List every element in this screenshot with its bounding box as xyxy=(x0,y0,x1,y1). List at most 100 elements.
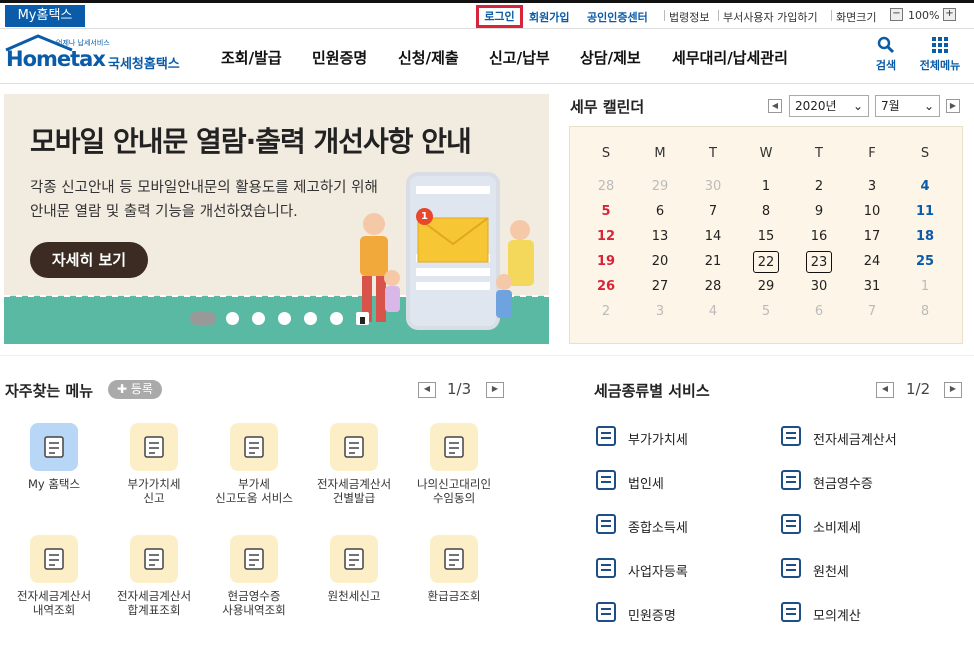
join-link[interactable]: 회원가입 xyxy=(529,9,569,25)
calendar-day[interactable]: 4 xyxy=(912,176,938,198)
calendar-day[interactable]: 5 xyxy=(593,201,619,223)
calendar-month-select[interactable]: 7월 ⌄ xyxy=(875,95,940,117)
nav-inquiry[interactable]: 조회/발급 xyxy=(221,47,282,68)
favorite-menu-item[interactable]: 전자세금계산서 내역조회 xyxy=(4,535,104,617)
weekday-header: T xyxy=(709,146,717,161)
tax-service-item[interactable]: 모의계산 xyxy=(779,600,861,628)
calendar-day[interactable]: 9 xyxy=(806,201,832,223)
calendar-day[interactable]: 10 xyxy=(859,201,885,223)
calendar-day[interactable]: 23 xyxy=(806,251,832,273)
favorite-menu-item[interactable]: 현금영수증 사용내역조회 xyxy=(204,535,304,617)
calendar-prev-button[interactable]: ◀ xyxy=(768,99,782,113)
nav-application[interactable]: 신청/제출 xyxy=(398,47,459,68)
tax-service-item[interactable]: 전자세금계산서 xyxy=(779,424,897,452)
calendar-day[interactable]: 12 xyxy=(593,226,619,248)
favorite-menu-item[interactable]: 전자세금계산서 합계표조회 xyxy=(104,535,204,617)
calendar-day[interactable]: 4 xyxy=(700,301,726,323)
services-next-button[interactable]: ▶ xyxy=(944,382,962,398)
calendar-day[interactable]: 29 xyxy=(753,276,779,298)
slide-indicator[interactable] xyxy=(304,312,317,325)
calendar-day[interactable]: 28 xyxy=(700,276,726,298)
calendar-day[interactable]: 28 xyxy=(593,176,619,198)
calendar-day[interactable]: 19 xyxy=(593,251,619,273)
slide-pause-button[interactable] xyxy=(356,312,369,325)
nav-consult[interactable]: 상담/제보 xyxy=(580,47,641,68)
slide-indicator[interactable] xyxy=(252,312,265,325)
calendar-day[interactable]: 31 xyxy=(859,276,885,298)
login-link[interactable]: 로그인 xyxy=(476,5,523,28)
nav-certificate[interactable]: 민원증명 xyxy=(312,47,367,68)
slide-indicator[interactable] xyxy=(330,312,343,325)
calendar-year-select[interactable]: 2020년 ⌄ xyxy=(789,95,869,117)
dept-user-join-link[interactable]: 부서사용자 가입하기 xyxy=(723,9,818,25)
favorites-prev-button[interactable]: ◀ xyxy=(418,382,436,398)
add-favorite-button[interactable]: ✚ 등록 xyxy=(108,380,162,399)
favorites-next-button[interactable]: ▶ xyxy=(486,382,504,398)
favorite-menu-item[interactable]: 부가가치세 신고 xyxy=(104,423,204,505)
calendar-day[interactable]: 24 xyxy=(859,251,885,273)
calendar-day[interactable]: 21 xyxy=(700,251,726,273)
calendar-day[interactable]: 8 xyxy=(753,201,779,223)
favorite-menu-item[interactable]: 환급금조회 xyxy=(404,535,504,603)
favorite-menu-item[interactable]: 원천세신고 xyxy=(304,535,404,603)
calendar-day[interactable]: 11 xyxy=(912,201,938,223)
calendar-day[interactable]: 22 xyxy=(753,251,779,273)
zoom-in-button[interactable]: + xyxy=(943,8,956,21)
banner-title: 모바일 안내문 열람·출력 개선사항 안내 xyxy=(30,125,472,158)
calendar-day[interactable]: 15 xyxy=(753,226,779,248)
favorite-menu-item[interactable]: My 홈택스 xyxy=(4,423,104,491)
nav-filing-payment[interactable]: 신고/납부 xyxy=(489,47,550,68)
calendar-day[interactable]: 29 xyxy=(647,176,673,198)
myhometax-button[interactable]: My홈택스 xyxy=(5,5,85,27)
slide-indicator[interactable] xyxy=(278,312,291,325)
services-prev-button[interactable]: ◀ xyxy=(876,382,894,398)
calendar-next-button[interactable]: ▶ xyxy=(946,99,960,113)
nav-tax-agent[interactable]: 세무대리/납세관리 xyxy=(672,47,788,68)
tax-service-item[interactable]: 종합소득세 xyxy=(594,512,688,540)
hometax-logo[interactable]: 언제나 납세서비스 Hometax 국세청홈택스 xyxy=(4,34,194,74)
all-menu-button[interactable]: 전체메뉴 xyxy=(912,36,968,73)
zoom-out-button[interactable]: − xyxy=(890,8,903,21)
calendar-day[interactable]: 7 xyxy=(700,201,726,223)
favorite-menu-item[interactable]: 부가세 신고도움 서비스 xyxy=(204,423,304,505)
calendar-day[interactable]: 30 xyxy=(806,276,832,298)
calendar-day[interactable]: 20 xyxy=(647,251,673,273)
calendar-day[interactable]: 3 xyxy=(647,301,673,323)
calendar-day[interactable]: 1 xyxy=(753,176,779,198)
calendar-day[interactable]: 17 xyxy=(859,226,885,248)
calendar-day[interactable]: 8 xyxy=(912,301,938,323)
search-button[interactable]: 검색 xyxy=(868,36,904,73)
calendar-day[interactable]: 6 xyxy=(647,201,673,223)
banner-detail-button[interactable]: 자세히 보기 xyxy=(30,242,148,278)
tax-service-item[interactable]: 원천세 xyxy=(779,556,849,584)
calendar-day[interactable]: 2 xyxy=(593,301,619,323)
weekday-header: S xyxy=(601,146,611,161)
calendar-day[interactable]: 7 xyxy=(859,301,885,323)
calendar-day[interactable]: 26 xyxy=(593,276,619,298)
calendar-day[interactable]: 25 xyxy=(912,251,938,273)
tax-service-item[interactable]: 민원증명 xyxy=(594,600,676,628)
calendar-day[interactable]: 13 xyxy=(647,226,673,248)
calendar-day[interactable]: 16 xyxy=(806,226,832,248)
favorite-menu-item[interactable]: 전자세금계산서 건별발급 xyxy=(304,423,404,505)
calendar-day[interactable]: 5 xyxy=(753,301,779,323)
favorite-menu-item[interactable]: 나의신고대리인 수임동의 xyxy=(404,423,504,505)
tax-service-item[interactable]: 법인세 xyxy=(594,468,664,496)
tax-service-item[interactable]: 부가가치세 xyxy=(594,424,688,452)
calendar-day[interactable]: 18 xyxy=(912,226,938,248)
calendar-day[interactable]: 14 xyxy=(700,226,726,248)
tax-service-item[interactable]: 사업자등록 xyxy=(594,556,688,584)
slide-indicator-active[interactable] xyxy=(190,312,216,325)
cert-center-link[interactable]: 공인인증센터 xyxy=(587,9,648,25)
law-info-link[interactable]: 법령정보 xyxy=(669,9,709,25)
calendar-day[interactable]: 27 xyxy=(647,276,673,298)
slide-indicator[interactable] xyxy=(226,312,239,325)
main-banner[interactable]: 모바일 안내문 열람·출력 개선사항 안내 각종 신고안내 등 모바일안내문의 … xyxy=(4,94,549,344)
calendar-day[interactable]: 3 xyxy=(859,176,885,198)
calendar-day[interactable]: 6 xyxy=(806,301,832,323)
tax-service-item[interactable]: 현금영수증 xyxy=(779,468,873,496)
calendar-day[interactable]: 2 xyxy=(806,176,832,198)
calendar-day[interactable]: 1 xyxy=(912,276,938,298)
calendar-day[interactable]: 30 xyxy=(700,176,726,198)
tax-service-item[interactable]: 소비제세 xyxy=(779,512,861,540)
